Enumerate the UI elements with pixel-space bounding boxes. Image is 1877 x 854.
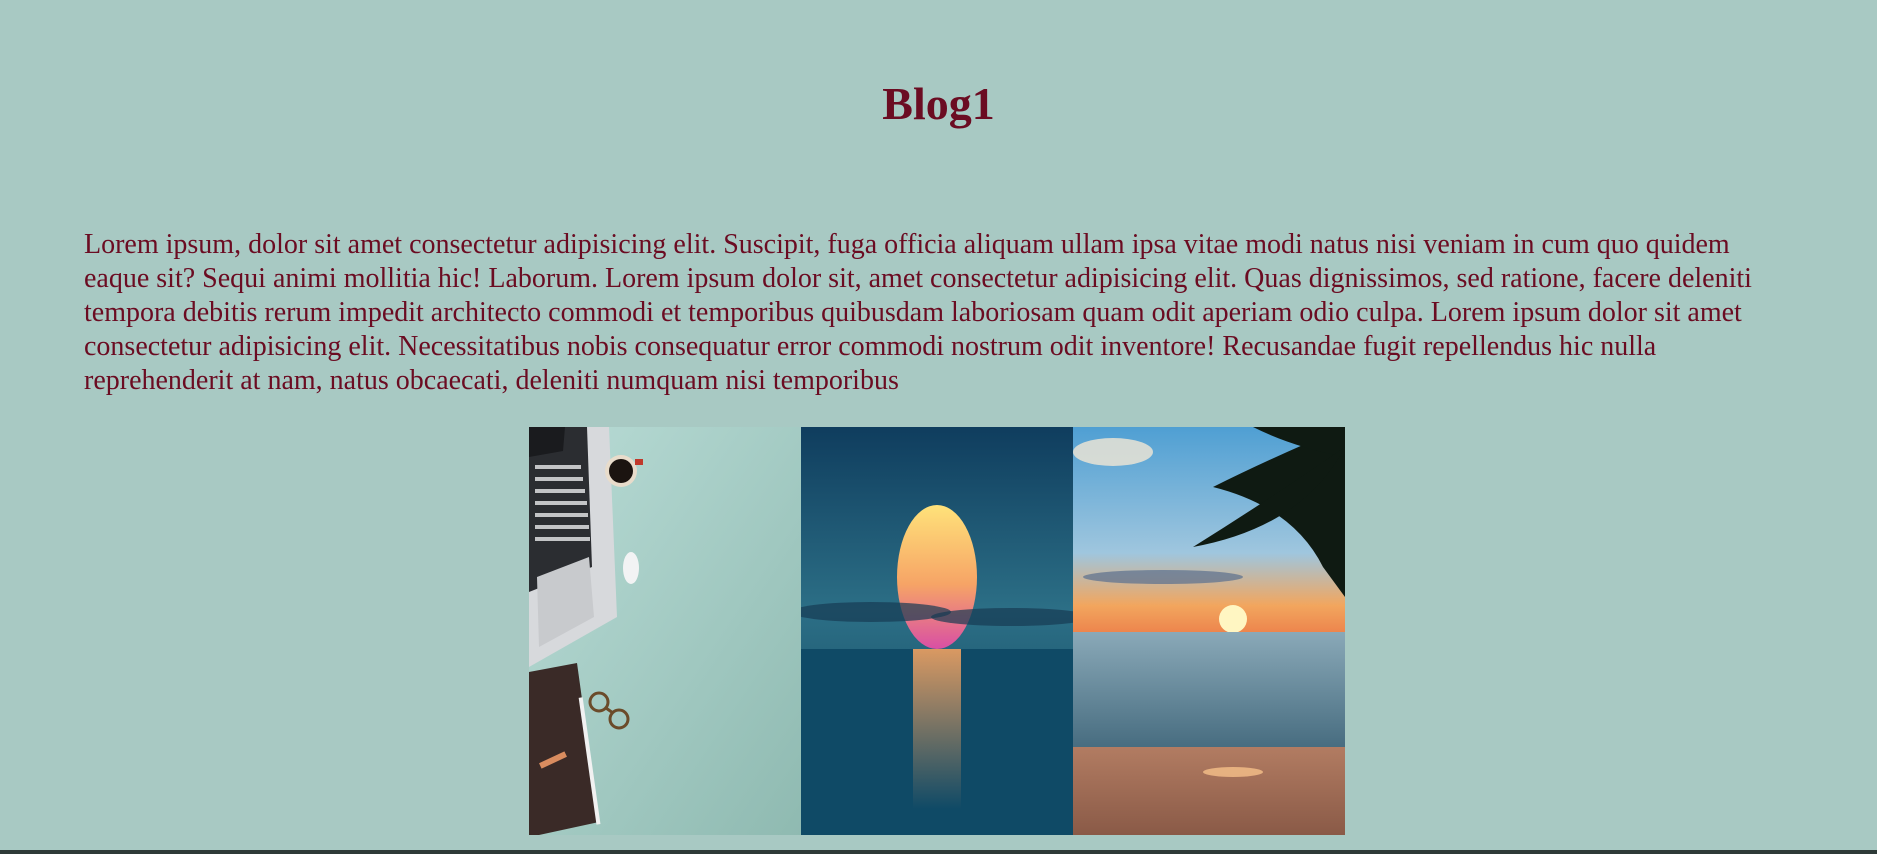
bottom-divider — [0, 850, 1877, 854]
blog-page: Blog1 Lorem ipsum, dolor sit amet consec… — [0, 0, 1877, 854]
gallery-image-ocean-sunset — [801, 427, 1073, 835]
gallery-image-workspace — [529, 427, 801, 835]
blog-paragraph: Lorem ipsum, dolor sit amet consectetur … — [84, 229, 1752, 396]
page-title: Blog1 — [882, 78, 995, 129]
image-gallery — [529, 427, 1345, 835]
gallery-image-beach — [1073, 427, 1345, 835]
